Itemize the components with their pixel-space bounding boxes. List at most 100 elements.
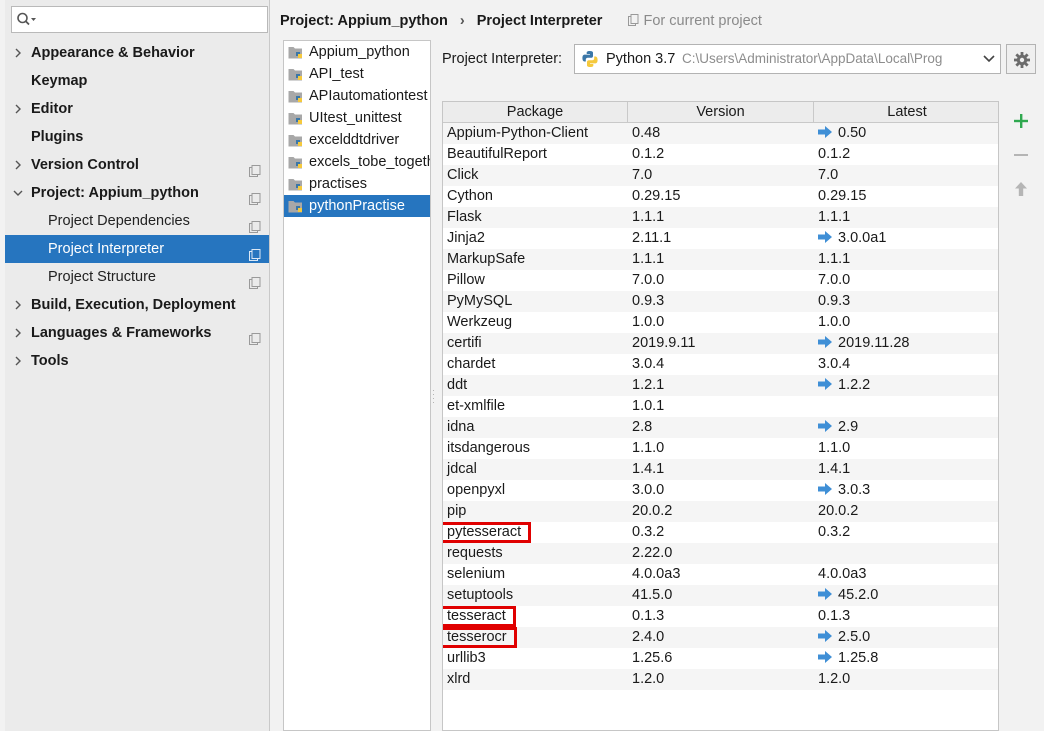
table-row[interactable]: ddt 1.2.1 1.2.2: [443, 375, 998, 396]
table-row[interactable]: itsdangerous 1.1.0 1.1.0: [443, 438, 998, 459]
package-version: 1.1.1: [632, 251, 665, 267]
package-name-cell: itsdangerous: [447, 438, 530, 459]
project-item[interactable]: UItest_unittest: [284, 107, 430, 129]
chevron-right-icon[interactable]: [13, 291, 25, 319]
table-row[interactable]: selenium 4.0.0a3 4.0.0a3: [443, 564, 998, 585]
table-row[interactable]: Werkzeug 1.0.0 1.0.0: [443, 312, 998, 333]
project-item[interactable]: excelddtdriver: [284, 129, 430, 151]
package-latest-cell: 2.9: [818, 417, 858, 438]
column-latest[interactable]: Latest: [814, 102, 998, 123]
table-row[interactable]: Click 7.0 7.0: [443, 165, 998, 186]
table-row[interactable]: et-xmlfile 1.0.1: [443, 396, 998, 417]
settings-item-label: Plugins: [31, 129, 84, 145]
search-input[interactable]: [11, 6, 268, 33]
chevron-right-icon[interactable]: [13, 151, 25, 179]
package-version: 1.4.1: [632, 461, 665, 477]
chevron-right-icon[interactable]: [13, 347, 25, 375]
project-item[interactable]: practises: [284, 173, 430, 195]
settings-item-project-dependencies[interactable]: Project Dependencies: [5, 207, 269, 235]
settings-item-tools[interactable]: Tools: [5, 347, 269, 375]
package-name: Click: [447, 167, 479, 183]
table-row[interactable]: chardet 3.0.4 3.0.4: [443, 354, 998, 375]
settings-item-languages-frameworks[interactable]: Languages & Frameworks: [5, 319, 269, 347]
project-item[interactable]: excels_tobe_together: [284, 151, 430, 173]
table-row[interactable]: PyMySQL 0.9.3 0.9.3: [443, 291, 998, 312]
package-version: 2.8: [632, 419, 653, 435]
package-latest-cell: 1.2.2: [818, 375, 870, 396]
package-name-cell: tesserocr: [443, 627, 517, 648]
breadcrumb: Project: Appium_python › Project Interpr…: [280, 10, 762, 32]
table-row[interactable]: pytesseract 0.3.2 0.3.2: [443, 522, 998, 543]
settings-item-build-execution-deployment[interactable]: Build, Execution, Deployment: [5, 291, 269, 319]
chevron-down-icon[interactable]: [978, 45, 1000, 73]
package-latest: 7.0.0: [818, 272, 851, 288]
project-item[interactable]: API_test: [284, 63, 430, 85]
project-item[interactable]: Appium_python: [284, 41, 430, 63]
settings-item-keymap[interactable]: Keymap: [5, 67, 269, 95]
package-name-cell: tesseract: [443, 606, 516, 627]
settings-item-label: Languages & Frameworks: [31, 325, 212, 341]
table-row[interactable]: BeautifulReport 0.1.2 0.1.2: [443, 144, 998, 165]
uninstall-package-button[interactable]: [1005, 141, 1037, 169]
table-row[interactable]: openpyxl 3.0.0 3.0.3: [443, 480, 998, 501]
chevron-right-icon[interactable]: [13, 39, 25, 67]
settings-item-appearance-behavior[interactable]: Appearance & Behavior: [5, 39, 269, 67]
package-latest-cell: 45.2.0: [818, 585, 878, 606]
table-row[interactable]: setuptools 41.5.0 45.2.0: [443, 585, 998, 606]
table-row[interactable]: pip 20.0.2 20.0.2: [443, 501, 998, 522]
package-name-cell: Appium-Python-Client: [447, 123, 588, 144]
install-package-button[interactable]: [1005, 107, 1037, 135]
table-row[interactable]: jdcal 1.4.1 1.4.1: [443, 459, 998, 480]
project-scope-icon: [249, 327, 261, 345]
table-row[interactable]: xlrd 1.2.0 1.2.0: [443, 669, 998, 690]
package-latest-cell: 3.0.3: [818, 480, 870, 501]
settings-item-project-structure[interactable]: Project Structure: [5, 263, 269, 291]
chevron-right-icon[interactable]: [13, 319, 25, 347]
table-row[interactable]: tesseract 0.1.3 0.1.3: [443, 606, 998, 627]
settings-item-editor[interactable]: Editor: [5, 95, 269, 123]
settings-tree: Appearance & Behavior Keymap Editor Plugins…: [5, 39, 269, 375]
package-name: MarkupSafe: [447, 251, 526, 267]
package-name-cell: certifi: [447, 333, 482, 354]
package-name: BeautifulReport: [447, 146, 547, 162]
package-version: 1.0.1: [632, 398, 665, 414]
package-name-cell: idna: [447, 417, 474, 438]
interpreter-settings-button[interactable]: [1006, 44, 1036, 74]
table-row[interactable]: tesserocr 2.4.0 2.5.0: [443, 627, 998, 648]
package-latest-cell: 4.0.0a3: [818, 564, 866, 585]
settings-item-project-appium-python[interactable]: Project: Appium_python: [5, 179, 269, 207]
splitter-grip[interactable]: · · · ·: [432, 386, 438, 408]
settings-item-plugins[interactable]: Plugins: [5, 123, 269, 151]
package-latest: 2019.11.28: [838, 335, 910, 351]
chevron-right-icon[interactable]: [13, 95, 25, 123]
settings-item-project-interpreter[interactable]: Project Interpreter: [5, 235, 269, 263]
interpreter-select[interactable]: Python 3.7 C:\Users\Administrator\AppDat…: [574, 44, 1001, 74]
chevron-down-icon[interactable]: [13, 179, 25, 207]
python-folder-icon: [288, 133, 305, 148]
package-name-cell: ddt: [447, 375, 467, 396]
package-name-cell: Jinja2: [447, 228, 485, 249]
table-row[interactable]: certifi 2019.9.11 2019.11.28: [443, 333, 998, 354]
project-item[interactable]: pythonPractise: [284, 195, 430, 217]
package-table: Package Version Latest Appium-Python-Cli…: [442, 101, 999, 731]
column-version[interactable]: Version: [628, 102, 814, 123]
project-list: Appium_python API_test APIautomationtest UI…: [283, 40, 431, 731]
package-latest-cell: 1.4.1: [818, 459, 850, 480]
upgrade-package-button[interactable]: [1005, 175, 1037, 203]
table-row[interactable]: idna 2.8 2.9: [443, 417, 998, 438]
upgrade-available-icon: [818, 586, 832, 600]
table-row[interactable]: Pillow 7.0.0 7.0.0: [443, 270, 998, 291]
settings-item-version-control[interactable]: Version Control: [5, 151, 269, 179]
table-row[interactable]: requests 2.22.0: [443, 543, 998, 564]
column-package[interactable]: Package: [443, 102, 628, 123]
table-row[interactable]: Flask 1.1.1 1.1.1: [443, 207, 998, 228]
table-row[interactable]: urllib3 1.25.6 1.25.8: [443, 648, 998, 669]
table-row[interactable]: Jinja2 2.11.1 3.0.0a1: [443, 228, 998, 249]
package-version: 2.11.1: [632, 230, 672, 246]
project-item[interactable]: APIautomationtest: [284, 85, 430, 107]
table-row[interactable]: MarkupSafe 1.1.1 1.1.1: [443, 249, 998, 270]
package-latest-cell: 7.0.0: [818, 270, 850, 291]
package-name-cell: Click: [447, 165, 478, 186]
table-row[interactable]: Cython 0.29.15 0.29.15: [443, 186, 998, 207]
table-row[interactable]: Appium-Python-Client 0.48 0.50: [443, 123, 998, 144]
